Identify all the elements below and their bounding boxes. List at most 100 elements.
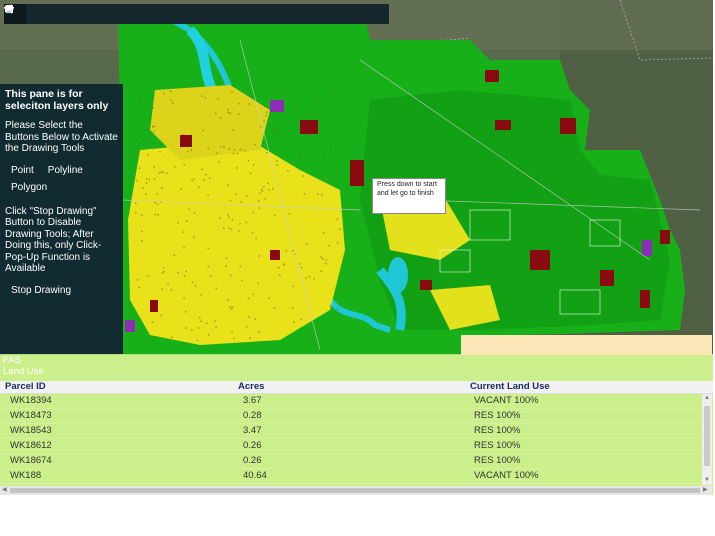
parcel-texture [193, 212, 196, 214]
parcel-texture [153, 178, 156, 180]
parcel-texture [161, 288, 163, 290]
parcel-texture [317, 193, 319, 195]
parcel-texture [238, 103, 241, 105]
scroll-left-icon[interactable]: ◀ [2, 486, 7, 495]
draw-icon[interactable] [5, 4, 124, 24]
cell-land-use: VACANT 100% [474, 395, 539, 406]
parcel-texture [162, 267, 165, 269]
parcel-texture [292, 250, 294, 252]
parcel-texture [158, 172, 161, 174]
comment-icon[interactable] [5, 4, 138, 24]
parcel-texture [283, 263, 285, 265]
stop-drawing-button[interactable]: Stop Drawing [11, 285, 118, 297]
parcel-texture [196, 339, 199, 342]
parcel-texture [232, 129, 234, 131]
share-icon[interactable] [5, 4, 152, 24]
horizontal-scrollbar[interactable]: ◀ ▶ [0, 486, 712, 495]
parcel-texture [219, 117, 222, 119]
parcel-texture [191, 179, 193, 182]
table-row[interactable]: WK18612 0.26 RES 100% [0, 439, 702, 454]
pane-instructions: Please Select the Buttons Below to Activ… [5, 120, 118, 154]
parcel-texture [207, 334, 210, 336]
parcel-texture [170, 90, 172, 93]
cell-land-use: RES 100% [474, 455, 521, 466]
basemap-icon[interactable] [4, 4, 96, 24]
table-row[interactable]: WK188812.41RES 100% [0, 484, 702, 485]
parcel-texture [336, 242, 339, 244]
cell-land-use: RES 100% [474, 410, 521, 421]
parcel-texture [146, 154, 149, 156]
parcel-texture [138, 286, 140, 288]
parcel-texture [308, 275, 310, 278]
print-icon[interactable] [5, 4, 166, 24]
parcel-texture [320, 256, 322, 258]
parcel-texture [235, 193, 237, 196]
vertical-scrollbar[interactable]: ▲ ▼ [702, 394, 712, 485]
parcel-texture [219, 217, 221, 219]
parcel-texture [321, 176, 323, 178]
parcel-texture [302, 175, 304, 177]
parcel-texture [170, 289, 173, 291]
parcel-texture [141, 230, 143, 233]
scroll-down-icon[interactable]: ▼ [704, 476, 710, 485]
table-row[interactable]: WK18473 0.28 RES 100% [0, 409, 702, 424]
parcel-texture [306, 243, 308, 246]
point-tool-button[interactable]: Point [11, 165, 34, 177]
column-acres[interactable]: Acres [238, 381, 264, 393]
parcel-texture [321, 327, 323, 329]
parcel-texture [257, 282, 259, 285]
scroll-up-icon[interactable]: ▲ [704, 394, 710, 403]
table-row[interactable]: WK18543 3.47 RES 100% [0, 424, 702, 439]
parcel-texture [214, 112, 217, 115]
parcel-texture [145, 182, 148, 184]
parcel-texture [276, 164, 278, 166]
parcel-texture [135, 202, 137, 205]
home-icon[interactable] [5, 4, 40, 24]
scroll-right-icon[interactable]: ▶ [703, 486, 708, 495]
cell-acres: 0.26 [243, 440, 262, 451]
cell-acres: 0.28 [243, 410, 262, 421]
column-parcel-id[interactable]: Parcel ID [5, 381, 46, 393]
parcel-texture [254, 318, 257, 320]
parcel-texture [153, 142, 155, 145]
table-body: WK18394 3.67 VACANT 100% WK18473 0.28 RES 100… [0, 394, 702, 485]
parcel-texture [201, 95, 203, 97]
parcel-texture [227, 213, 229, 216]
parcel-texture [300, 266, 303, 269]
horizontal-scroll-thumb[interactable] [10, 488, 700, 493]
parcel-texture [277, 132, 279, 134]
parcel-texture [238, 113, 240, 115]
parcel-texture [163, 271, 165, 273]
identify-icon[interactable] [5, 4, 110, 24]
parcel-texture [337, 289, 340, 292]
layers-icon[interactable] [4, 4, 82, 24]
parcel-texture [293, 321, 295, 323]
parcel-texture [266, 111, 268, 114]
list-icon[interactable] [5, 4, 68, 24]
parcel-texture [236, 152, 239, 155]
cell-land-use: RES 100% [474, 440, 521, 451]
table-row[interactable]: WK18674 0.26 RES 100% [0, 454, 702, 469]
parcel-texture [322, 258, 324, 260]
parcel-texture [161, 187, 163, 190]
parcel-texture [332, 332, 334, 334]
table-row[interactable]: WK188 40.64 VACANT 100% [0, 469, 702, 484]
parcel-texture [183, 164, 185, 166]
parcel-texture [200, 320, 202, 323]
parcel-texture [214, 320, 216, 323]
cell-land-use: RES 100% [474, 425, 521, 436]
column-current-land-use[interactable]: Current Land Use [470, 381, 550, 393]
parcel-texture [172, 102, 174, 104]
parcel-texture [194, 285, 197, 287]
vertical-scroll-thumb[interactable] [704, 406, 710, 466]
polyline-tool-button[interactable]: Polyline [48, 165, 83, 177]
parcel-texture [227, 108, 229, 111]
cell-parcel-id: WK18612 [10, 440, 52, 451]
parcel-texture [170, 99, 172, 101]
parcel-texture [264, 197, 266, 200]
table-row[interactable]: WK18394 3.67 VACANT 100% [0, 394, 702, 409]
polygon-tool-button[interactable]: Polygon [11, 182, 47, 194]
locate-icon[interactable] [4, 4, 54, 24]
cell-acres: 3.47 [243, 425, 262, 436]
parcel-texture [231, 306, 234, 308]
